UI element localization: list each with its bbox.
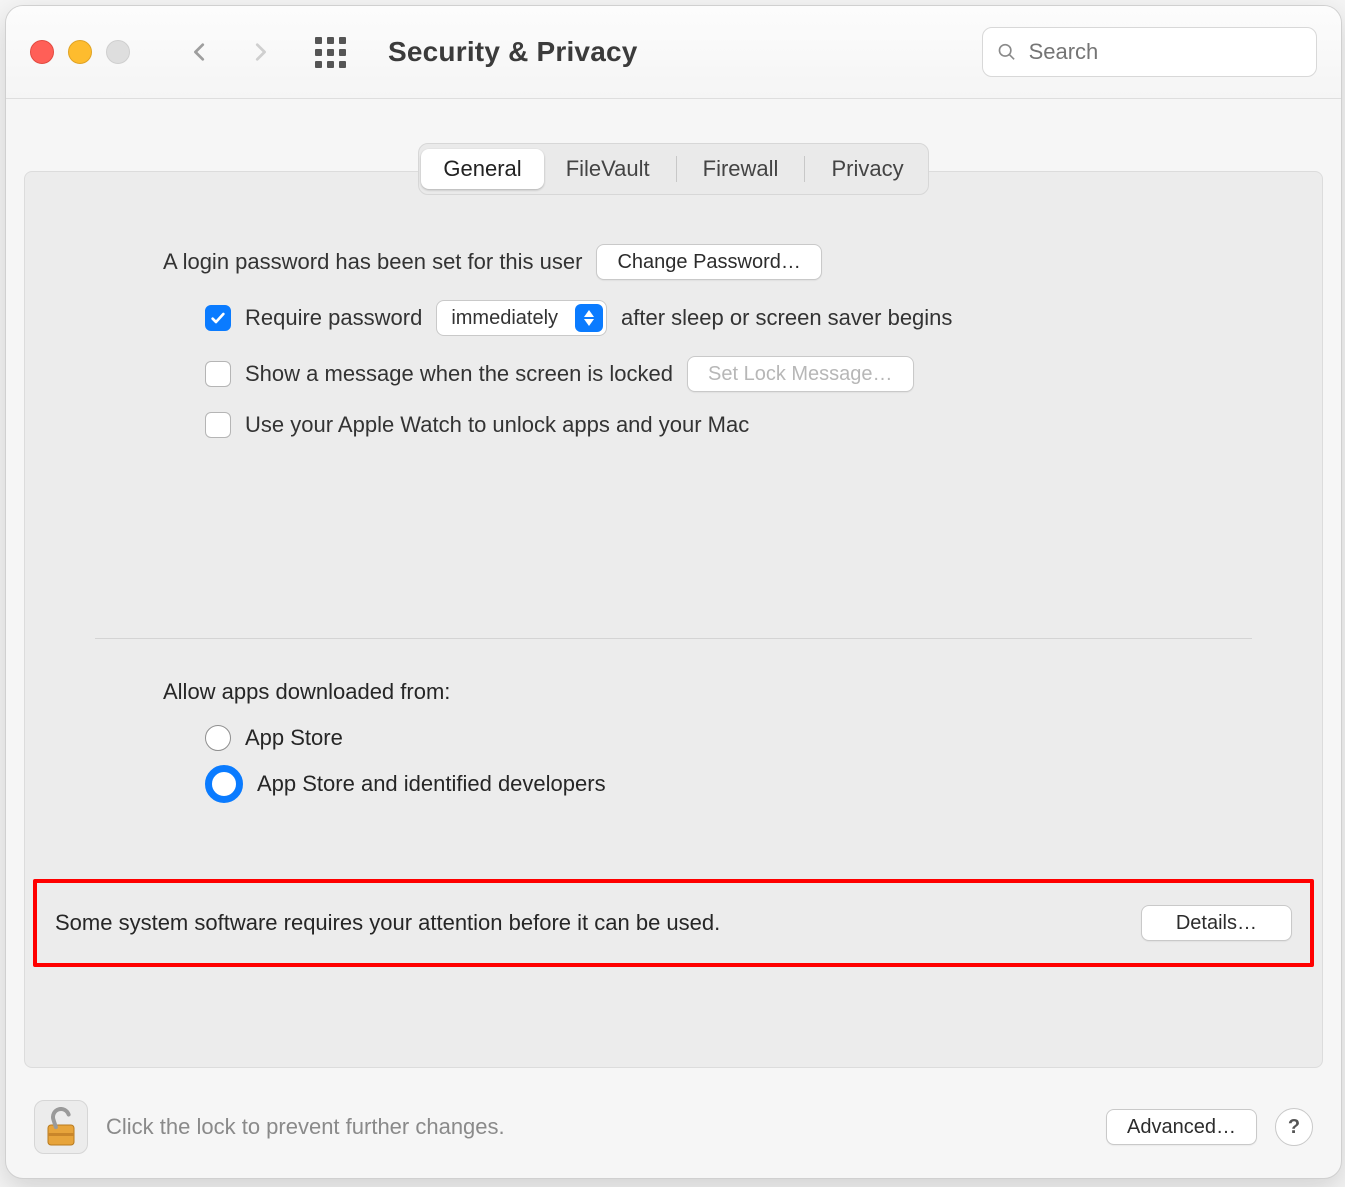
lock-hint-text: Click the lock to prevent further change…	[106, 1114, 505, 1140]
window-title: Security & Privacy	[388, 36, 638, 68]
require-password-checkbox[interactable]	[205, 305, 231, 331]
show-message-checkbox[interactable]	[205, 361, 231, 387]
apple-watch-label: Use your Apple Watch to unlock apps and …	[245, 412, 749, 438]
general-panel: A login password has been set for this u…	[24, 171, 1323, 1068]
grid-icon	[315, 37, 346, 68]
help-button[interactable]: ?	[1275, 1108, 1313, 1146]
content-area: General FileVault Firewall Privacy A log…	[6, 99, 1341, 1086]
divider	[95, 638, 1252, 639]
search-icon	[997, 41, 1017, 63]
unlocked-lock-icon	[45, 1107, 77, 1147]
minimize-window-button[interactable]	[68, 40, 92, 64]
toolbar: Security & Privacy	[6, 6, 1341, 99]
tab-general[interactable]: General	[421, 149, 543, 189]
details-button[interactable]: Details…	[1141, 905, 1292, 941]
allow-appstore-identified-label: App Store and identified developers	[257, 771, 606, 797]
tab-privacy[interactable]: Privacy	[809, 149, 925, 189]
show-all-button[interactable]	[310, 32, 350, 72]
attention-highlight: Some system software requires your atten…	[33, 879, 1314, 967]
search-input[interactable]	[1027, 38, 1302, 66]
search-field[interactable]	[982, 27, 1317, 77]
advanced-button[interactable]: Advanced…	[1106, 1109, 1257, 1145]
back-button[interactable]	[180, 32, 220, 72]
show-message-label: Show a message when the screen is locked	[245, 361, 673, 387]
forward-button	[240, 32, 280, 72]
zoom-window-button	[106, 40, 130, 64]
require-password-delay-value: immediately	[437, 307, 572, 330]
require-password-delay-select[interactable]: immediately	[436, 300, 607, 336]
lock-button[interactable]	[34, 1100, 88, 1154]
require-password-label: Require password	[245, 305, 422, 331]
allow-appstore-radio[interactable]	[205, 725, 231, 751]
set-lock-message-button: Set Lock Message…	[687, 356, 914, 392]
chevron-right-icon	[249, 41, 271, 63]
allow-apps-title: Allow apps downloaded from:	[163, 679, 1192, 705]
check-icon	[210, 310, 226, 326]
window-controls	[30, 40, 130, 64]
preferences-window: Security & Privacy General FileVault Fir…	[5, 5, 1342, 1179]
allow-appstore-identified-radio[interactable]	[205, 765, 243, 803]
attention-message: Some system software requires your atten…	[55, 910, 1121, 936]
close-window-button[interactable]	[30, 40, 54, 64]
footer: Click the lock to prevent further change…	[6, 1086, 1341, 1178]
change-password-button[interactable]: Change Password…	[596, 244, 821, 280]
allow-appstore-label: App Store	[245, 725, 343, 751]
select-stepper-icon	[575, 304, 603, 332]
chevron-left-icon	[189, 41, 211, 63]
login-password-label: A login password has been set for this u…	[163, 249, 582, 275]
apple-watch-checkbox[interactable]	[205, 412, 231, 438]
tab-bar: General FileVault Firewall Privacy	[418, 143, 928, 195]
tab-firewall[interactable]: Firewall	[681, 149, 801, 189]
require-password-suffix: after sleep or screen saver begins	[621, 305, 952, 331]
tab-filevault[interactable]: FileVault	[544, 149, 672, 189]
